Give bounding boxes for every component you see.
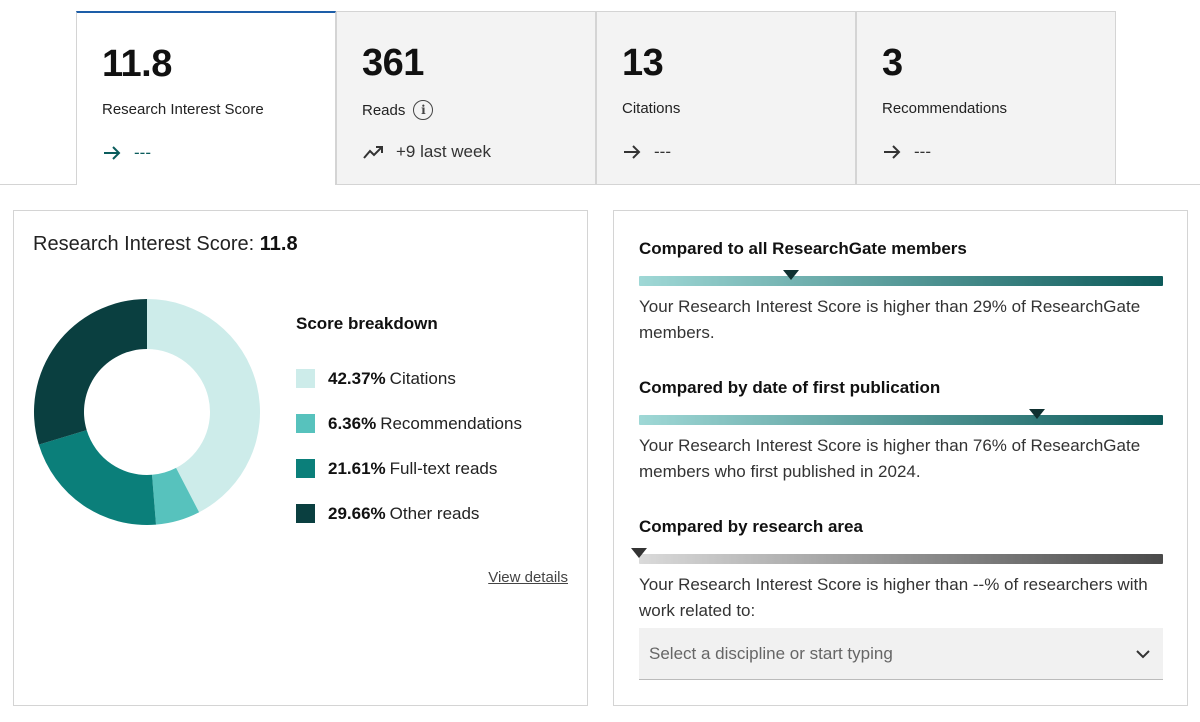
tab-reads[interactable]: 361 Reads i +9 last week bbox=[336, 11, 596, 185]
tab-trend: --- bbox=[622, 142, 671, 162]
comparison-all-members: Compared to all ResearchGate members You… bbox=[639, 239, 1163, 346]
score-title-label: Research Interest Score: bbox=[33, 233, 255, 255]
percentile-bar bbox=[639, 409, 1163, 425]
tab-trend-text: --- bbox=[134, 143, 151, 162]
tab-citations[interactable]: 13 Citations --- bbox=[596, 11, 856, 185]
chevron-down-icon bbox=[1136, 649, 1150, 658]
score-title-value: 11.8 bbox=[259, 233, 298, 255]
legend-item-full-text-reads: 21.61% Full-text reads bbox=[296, 446, 522, 491]
donut-slice-full-text-reads bbox=[38, 430, 157, 525]
tab-label: Reads bbox=[362, 101, 406, 119]
tab-trend-text: +9 last week bbox=[396, 142, 491, 161]
comparison-research-area: Compared by research area Your Research … bbox=[631, 517, 1163, 624]
legend-label: Citations bbox=[389, 368, 456, 388]
legend-label: Recommendations bbox=[380, 413, 522, 433]
tab-label-wrap: Reads i bbox=[362, 100, 434, 120]
comparison-panel: Compared to all ResearchGate members You… bbox=[613, 210, 1188, 706]
tab-trend-text: --- bbox=[654, 142, 671, 161]
legend-item-other-reads: 29.66% Other reads bbox=[296, 491, 522, 536]
percentile-marker bbox=[782, 270, 799, 280]
legend-swatch bbox=[296, 459, 315, 478]
score-breakdown-legend: Score breakdown 42.37% Citations 6.36% R… bbox=[296, 314, 522, 536]
tab-value: 13 bbox=[622, 42, 664, 84]
percentile-bar bbox=[631, 548, 1163, 564]
tab-value: 3 bbox=[882, 42, 903, 84]
comparison-text: Your Research Interest Score is higher t… bbox=[639, 575, 1148, 620]
comparison-text: Your Research Interest Score is higher t… bbox=[639, 436, 1141, 481]
legend-label: Other reads bbox=[389, 503, 480, 523]
donut-slice-other-reads bbox=[33, 299, 147, 445]
tab-label: Recommendations bbox=[882, 100, 1008, 117]
comparison-title: Compared by research area bbox=[639, 517, 863, 536]
legend-swatch bbox=[296, 369, 315, 388]
comparison-title: Compared to all ResearchGate members bbox=[639, 239, 967, 258]
trending-up-icon bbox=[363, 146, 383, 159]
info-icon[interactable]: i bbox=[413, 100, 434, 120]
score-donut-chart bbox=[33, 299, 260, 525]
tab-label: Research Interest Score bbox=[102, 101, 264, 118]
discipline-select-placeholder: Select a discipline or start typing bbox=[649, 643, 893, 663]
view-details-link[interactable]: View details bbox=[488, 569, 568, 586]
comparison-title: Compared by date of first publication bbox=[639, 378, 941, 397]
arrow-right-icon bbox=[884, 145, 901, 159]
legend-pct: 42.37% bbox=[328, 368, 386, 388]
arrow-right-icon bbox=[104, 146, 121, 160]
tab-recommendations[interactable]: 3 Recommendations --- bbox=[856, 11, 1116, 185]
tab-trend: --- bbox=[882, 142, 931, 162]
arrow-right-icon bbox=[624, 145, 641, 159]
legend-pct: 6.36% bbox=[328, 413, 377, 433]
tab-label: Citations bbox=[622, 100, 681, 117]
tab-value: 11.8 bbox=[102, 43, 172, 85]
legend-item-recommendations: 6.36% Recommendations bbox=[296, 401, 522, 446]
tab-trend: --- bbox=[102, 143, 151, 163]
breakdown-title: Score breakdown bbox=[296, 314, 438, 333]
percentile-marker bbox=[1029, 409, 1046, 419]
legend-item-citations: 42.37% Citations bbox=[296, 356, 522, 401]
score-title: Research Interest Score: 11.8 bbox=[33, 233, 298, 256]
percentile-bar bbox=[639, 270, 1163, 286]
score-breakdown-panel: Research Interest Score: 11.8 Score brea… bbox=[13, 210, 588, 706]
legend-pct: 29.66% bbox=[328, 503, 386, 523]
tab-value: 361 bbox=[362, 42, 424, 84]
tab-trend: +9 last week bbox=[362, 142, 491, 162]
legend-label: Full-text reads bbox=[389, 458, 498, 478]
tab-trend-text: --- bbox=[914, 142, 931, 161]
comparison-first-publication: Compared by date of first publication Yo… bbox=[639, 378, 1163, 485]
tab-research-interest-score[interactable]: 11.8 Research Interest Score --- bbox=[76, 11, 336, 185]
legend-pct: 21.61% bbox=[328, 458, 386, 478]
percentile-marker bbox=[631, 548, 647, 558]
legend-swatch bbox=[296, 504, 315, 523]
discipline-select[interactable]: Select a discipline or start typing bbox=[639, 628, 1163, 680]
legend-swatch bbox=[296, 414, 315, 433]
comparison-text: Your Research Interest Score is higher t… bbox=[639, 297, 1141, 342]
